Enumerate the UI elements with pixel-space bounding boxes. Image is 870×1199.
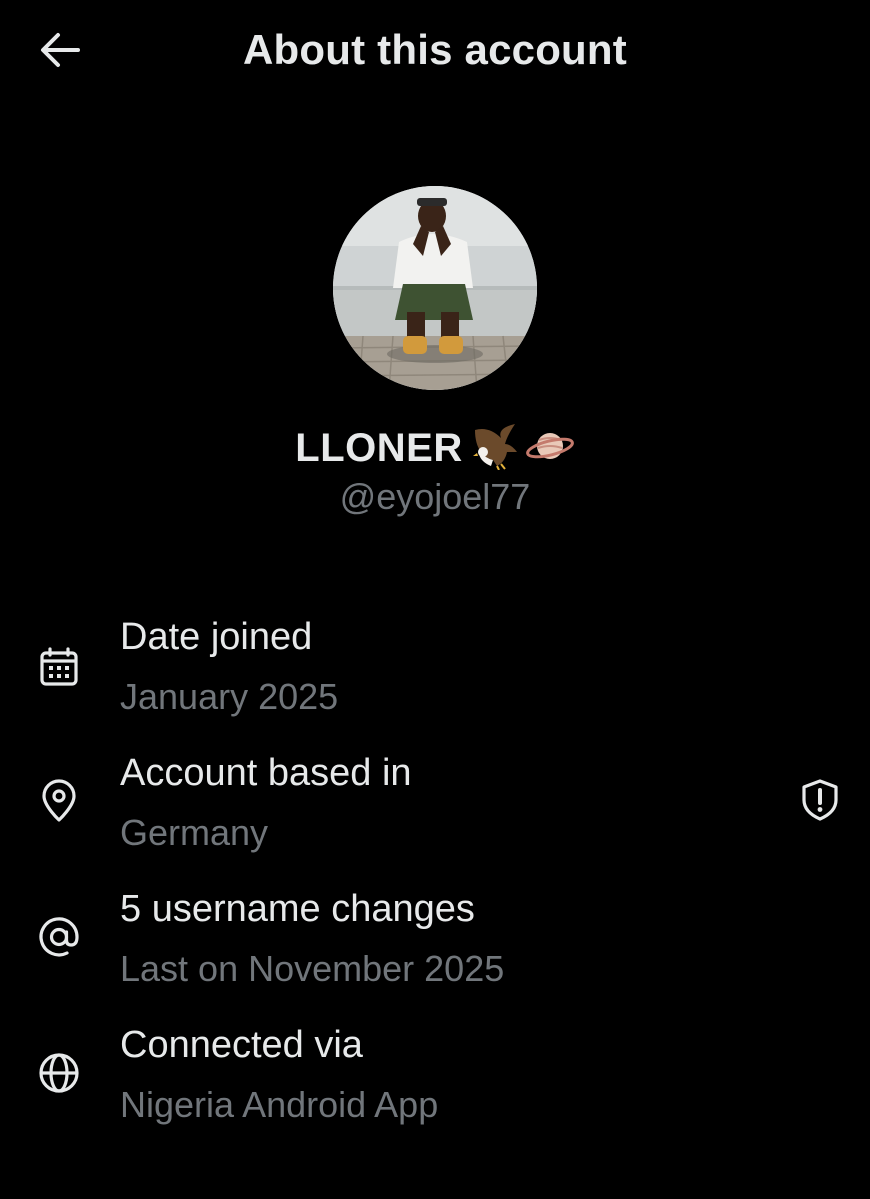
account-based-in-label: Account based in xyxy=(120,752,412,794)
date-joined-label: Date joined xyxy=(120,616,313,658)
account-based-in-row: Account based in Germany xyxy=(0,742,870,862)
username-changes-label: 5 username changes xyxy=(120,888,475,930)
globe-icon xyxy=(36,1050,82,1096)
connected-via-row: Connected via Nigeria Android App xyxy=(0,1014,870,1134)
account-based-in-value: Germany xyxy=(120,812,269,853)
date-joined-row: Date joined January 2025 xyxy=(0,606,870,726)
location-info-button[interactable] xyxy=(796,778,844,826)
top-bar: About this account xyxy=(0,0,870,104)
username-changes-value: Last on November 2025 xyxy=(120,948,505,989)
at-sign-icon xyxy=(36,914,82,960)
connected-via-value: Nigeria Android App xyxy=(120,1084,439,1125)
handle: @eyojoel77 xyxy=(339,476,531,517)
date-joined-value: January 2025 xyxy=(120,676,339,717)
connected-via-label: Connected via xyxy=(120,1024,363,1066)
page-title: About this account xyxy=(243,26,627,73)
avatar[interactable] xyxy=(333,186,537,390)
username-changes-row: 5 username changes Last on November 2025 xyxy=(0,878,870,998)
eagle-emoji-icon xyxy=(471,422,523,475)
calendar-icon xyxy=(36,644,82,690)
display-name-row: LLONER xyxy=(0,422,870,475)
shield-exclamation-icon xyxy=(800,778,840,827)
ringed-planet-emoji-icon xyxy=(525,424,575,473)
display-name: LLONER xyxy=(295,426,463,470)
location-pin-icon xyxy=(36,778,82,824)
